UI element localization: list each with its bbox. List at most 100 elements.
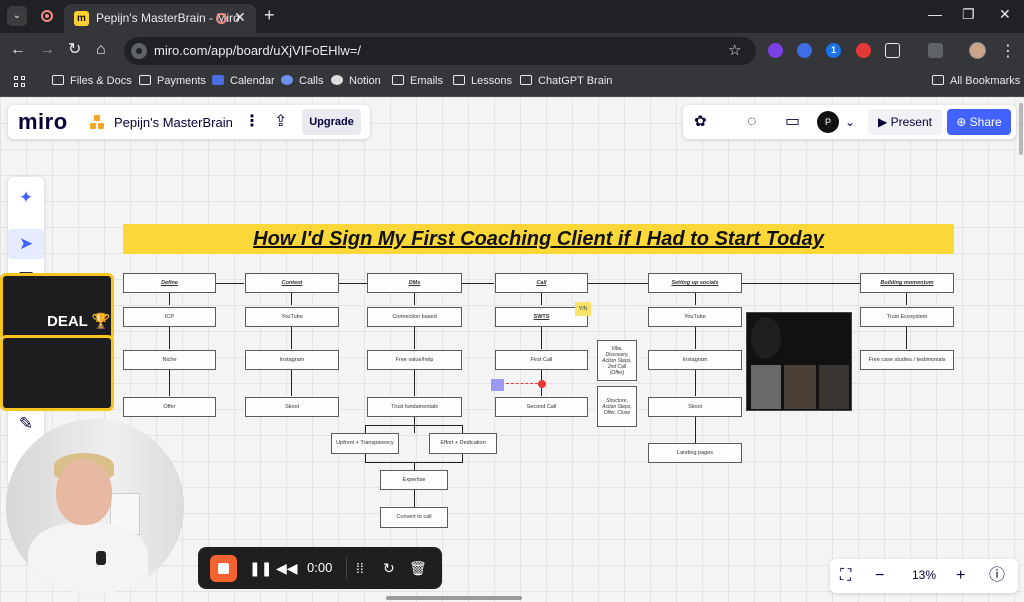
content-node-youtube[interactable]: YouTube <box>245 307 339 327</box>
bookmark-notion[interactable]: Notion <box>331 75 381 87</box>
extension-icon[interactable] <box>856 43 871 58</box>
call-header[interactable]: Call <box>495 273 588 293</box>
zoom-out-button[interactable]: − <box>875 565 884 587</box>
board-menu-icon[interactable]: ⋮ <box>244 111 260 131</box>
vertical-scrollbar[interactable] <box>1019 103 1023 155</box>
browser-menu-icon[interactable]: ⋮ <box>1000 41 1016 61</box>
new-tab-button[interactable]: + <box>264 6 275 24</box>
profile-avatar[interactable] <box>969 42 986 59</box>
purple-sticky[interactable] <box>491 379 504 391</box>
translate-icon[interactable] <box>928 43 943 58</box>
extension-icon[interactable] <box>797 43 812 58</box>
dms-node-convert[interactable]: Convert to call <box>380 507 448 528</box>
video-thumbnail-image[interactable] <box>746 312 852 411</box>
tab-close-button[interactable]: ✕ <box>234 9 246 26</box>
bookmark-files-docs[interactable]: Files & Docs <box>52 75 132 87</box>
define-node-icp[interactable]: ICP <box>123 307 216 327</box>
back-button[interactable]: ← <box>10 41 26 59</box>
home-button[interactable]: ⌂ <box>96 41 106 59</box>
url-text[interactable]: miro.com/app/board/uXjVIFoEHlw=/ <box>154 43 361 58</box>
call-node-first[interactable]: First Call <box>495 350 588 370</box>
zoom-in-button[interactable]: + <box>956 565 965 587</box>
dms-header[interactable]: DMs <box>367 273 462 293</box>
board-title[interactable]: Pepijn's MasterBrain <box>114 115 233 130</box>
define-header[interactable]: Define <box>123 273 216 293</box>
bookmark-calls[interactable]: Calls <box>281 75 323 87</box>
present-button[interactable]: ▶ Present <box>868 109 942 135</box>
miro-board-canvas[interactable]: miro Pepijn's MasterBrain ⋮ ⇪ Upgrade ✿ … <box>0 97 1024 602</box>
deal-text: DEAL 🏆 <box>47 313 111 330</box>
all-bookmarks[interactable]: All Bookmarks <box>932 75 1020 87</box>
socials-node-landing[interactable]: Landing pages <box>648 443 742 463</box>
apps-grid-icon[interactable] <box>14 76 26 88</box>
browser-tab[interactable]: m Pepijn's MasterBrain - Miro ✕ <box>64 4 256 33</box>
video-call-icon[interactable]: ▭ <box>785 112 800 132</box>
miro-logo[interactable]: miro <box>18 109 68 135</box>
extension-icon[interactable] <box>768 43 783 58</box>
screenshot-card[interactable] <box>0 335 114 411</box>
second-call-note[interactable]: Structure, Action Steps, Offer, Close <box>597 386 637 427</box>
red-marker[interactable] <box>538 380 546 388</box>
extensions-puzzle-icon[interactable] <box>885 43 900 58</box>
define-node-niche[interactable]: Niche <box>123 350 216 370</box>
content-node-instagram[interactable]: Instagram <box>245 350 339 370</box>
arrow <box>541 327 542 349</box>
first-call-note[interactable]: Vibe, Discovery, Action Steps, 2nd Call … <box>597 340 637 381</box>
yes-no-sticky[interactable]: Y/N <box>575 302 591 316</box>
export-icon[interactable]: ⇪ <box>274 111 287 131</box>
restore-button[interactable]: ❐ <box>962 6 975 23</box>
call-node-second[interactable]: Second Call <box>495 397 588 417</box>
address-bar[interactable]: miro.com/app/board/uXjVIFoEHlw=/ ☆ <box>124 37 756 65</box>
horizontal-scrollbar[interactable] <box>386 596 522 600</box>
dms-node-upfront[interactable]: Upfront + Transparency <box>331 433 399 454</box>
select-tool-icon[interactable]: ➤ <box>8 229 44 259</box>
close-window-button[interactable]: ✕ <box>999 6 1011 23</box>
help-icon[interactable]: ⓘ <box>989 565 1005 587</box>
bookmark-calendar[interactable]: Calendar <box>212 75 275 87</box>
socials-node-youtube[interactable]: YouTube <box>648 307 742 327</box>
dms-node-effort[interactable]: Effort + Dedication <box>429 433 497 454</box>
tab-search-chevron-icon[interactable]: ⌄ <box>7 6 27 26</box>
bookmark-emails[interactable]: Emails <box>392 75 443 87</box>
rewind-icon[interactable]: ◀◀ <box>276 558 298 578</box>
delete-icon[interactable]: 🗑 <box>409 558 427 578</box>
socials-node-instagram[interactable]: Instagram <box>648 350 742 370</box>
content-node-skool[interactable]: Skool <box>245 397 339 417</box>
bookmark-lessons[interactable]: Lessons <box>453 75 512 87</box>
password-manager-icon[interactable]: 1 <box>826 43 841 58</box>
bookmark-chatgpt-brain[interactable]: ChatGPT Brain <box>520 75 612 87</box>
dms-node-connection[interactable]: Connection based <box>367 307 462 327</box>
user-avatar[interactable]: P <box>817 111 839 133</box>
dms-node-free-value[interactable]: Free value/help <box>367 350 462 370</box>
bookmark-star-icon[interactable]: ☆ <box>728 41 741 59</box>
deal-card[interactable]: DEAL 🏆 <box>0 273 114 341</box>
define-node-offer[interactable]: Offer <box>123 397 216 417</box>
dms-node-expertise[interactable]: Expertise <box>380 470 448 490</box>
bookmark-payments[interactable]: Payments <box>139 75 206 87</box>
chevron-down-icon[interactable]: ⌄ <box>845 112 855 132</box>
socials-header[interactable]: Setting up socials <box>648 273 742 293</box>
zoom-level[interactable]: 13% <box>912 568 936 582</box>
reactions-icon[interactable]: ✿ <box>694 112 707 132</box>
momentum-node-case-studies[interactable]: Free case studies / testimonials <box>860 350 954 370</box>
forward-button[interactable]: → <box>39 41 55 59</box>
pause-icon[interactable]: ❚❚ <box>249 558 272 578</box>
ai-sparkle-icon[interactable]: ✦ <box>8 183 44 213</box>
arrow <box>695 417 696 443</box>
content-header[interactable]: Content <box>245 273 339 293</box>
momentum-node-trust[interactable]: Trust Ecosystem <box>860 307 954 327</box>
grid-dots-icon[interactable]: ⁞⁞ <box>356 558 364 578</box>
board-title-banner[interactable]: How I'd Sign My First Coaching Client if… <box>123 224 954 254</box>
restart-icon[interactable]: ↻ <box>383 558 395 578</box>
socials-node-skool[interactable]: Skool <box>648 397 742 417</box>
share-button[interactable]: ⊕ Share <box>947 109 1011 135</box>
dms-node-trust[interactable]: Trust fundamentals <box>367 397 462 417</box>
stop-recording-button[interactable] <box>210 555 237 582</box>
comments-icon[interactable]: ◌ <box>747 112 757 132</box>
upgrade-button[interactable]: Upgrade <box>302 109 361 135</box>
fit-to-screen-icon[interactable]: ⛶ <box>840 565 851 587</box>
minimize-button[interactable]: — <box>928 6 942 22</box>
reload-button[interactable]: ↻ <box>68 41 81 59</box>
momentum-header[interactable]: Building momentum <box>860 273 954 293</box>
site-info-icon[interactable] <box>131 43 147 59</box>
